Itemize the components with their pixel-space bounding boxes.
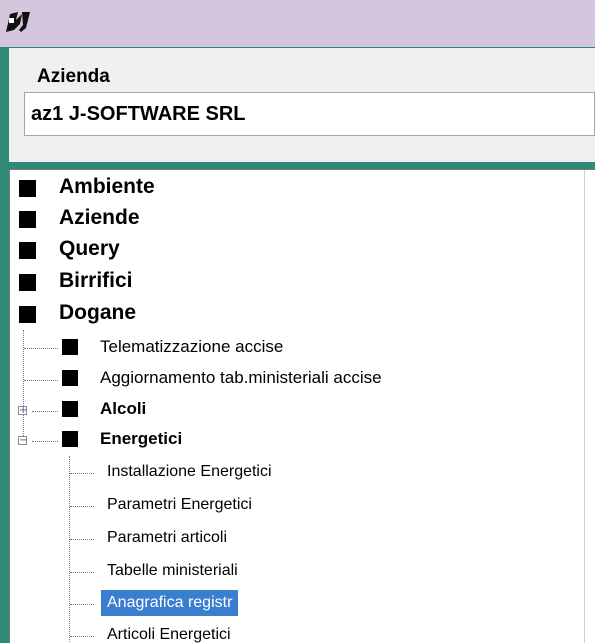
square-bullet-icon [62, 401, 78, 417]
square-bullet-icon [19, 306, 36, 323]
square-bullet-icon [62, 339, 78, 355]
tree-item-label: Anagrafica registr [101, 590, 239, 616]
azienda-field[interactable]: az1 J-SOFTWARE SRL [24, 92, 595, 136]
tree-connector [32, 411, 58, 412]
tree-item-label: Energetici [100, 429, 183, 448]
tree-item-label: Ambiente [59, 175, 155, 198]
tree-item-label: Aziende [59, 206, 140, 229]
tree-item-label: Aggiornamento tab.ministeriali accise [100, 368, 382, 387]
tree-item-label: Birrifici [59, 269, 133, 292]
tree-item-label: Alcoli [100, 399, 147, 418]
tree-item-label: Articoli Energetici [107, 626, 231, 643]
tree-item-label: Tabelle ministeriali [107, 562, 238, 579]
app-logo-icon [6, 12, 30, 32]
square-bullet-icon [19, 274, 36, 291]
tree-connector [70, 539, 94, 540]
tree-item-label: Dogane [59, 301, 137, 324]
square-bullet-icon [19, 211, 36, 228]
square-bullet-icon [62, 370, 78, 386]
tree-connector [70, 506, 94, 507]
tree-scrollbar[interactable] [584, 170, 595, 643]
tree-connector [69, 456, 70, 643]
tree-connector [70, 572, 94, 573]
tree-item-label: Parametri articoli [107, 529, 228, 546]
tree-connector [70, 636, 94, 637]
company-panel: Azienda az1 J-SOFTWARE SRL [9, 48, 595, 162]
tree-item-label: Installazione Energetici [107, 463, 272, 480]
tree-connector [32, 441, 58, 442]
tree-item-label: Parametri Energetici [107, 496, 252, 513]
tree-item-label: Query [59, 237, 120, 260]
azienda-label: Azienda [37, 66, 110, 87]
azienda-value: az1 J-SOFTWARE SRL [31, 103, 246, 125]
menu-tree: Ambiente Aziende Query Birrifici Dogane … [9, 169, 595, 643]
tree-connector [24, 380, 58, 381]
square-bullet-icon [19, 242, 36, 259]
square-bullet-icon [62, 431, 78, 447]
expand-icon[interactable]: + [18, 406, 27, 416]
tree-connector [70, 604, 94, 605]
tree-connector [23, 330, 24, 442]
title-bar [0, 0, 595, 47]
collapse-icon[interactable]: − [18, 436, 27, 446]
square-bullet-icon [19, 180, 36, 197]
tree-connector [70, 473, 94, 474]
tree-connector [24, 348, 58, 349]
tree-item-label: Telematizzazione accise [100, 337, 284, 356]
